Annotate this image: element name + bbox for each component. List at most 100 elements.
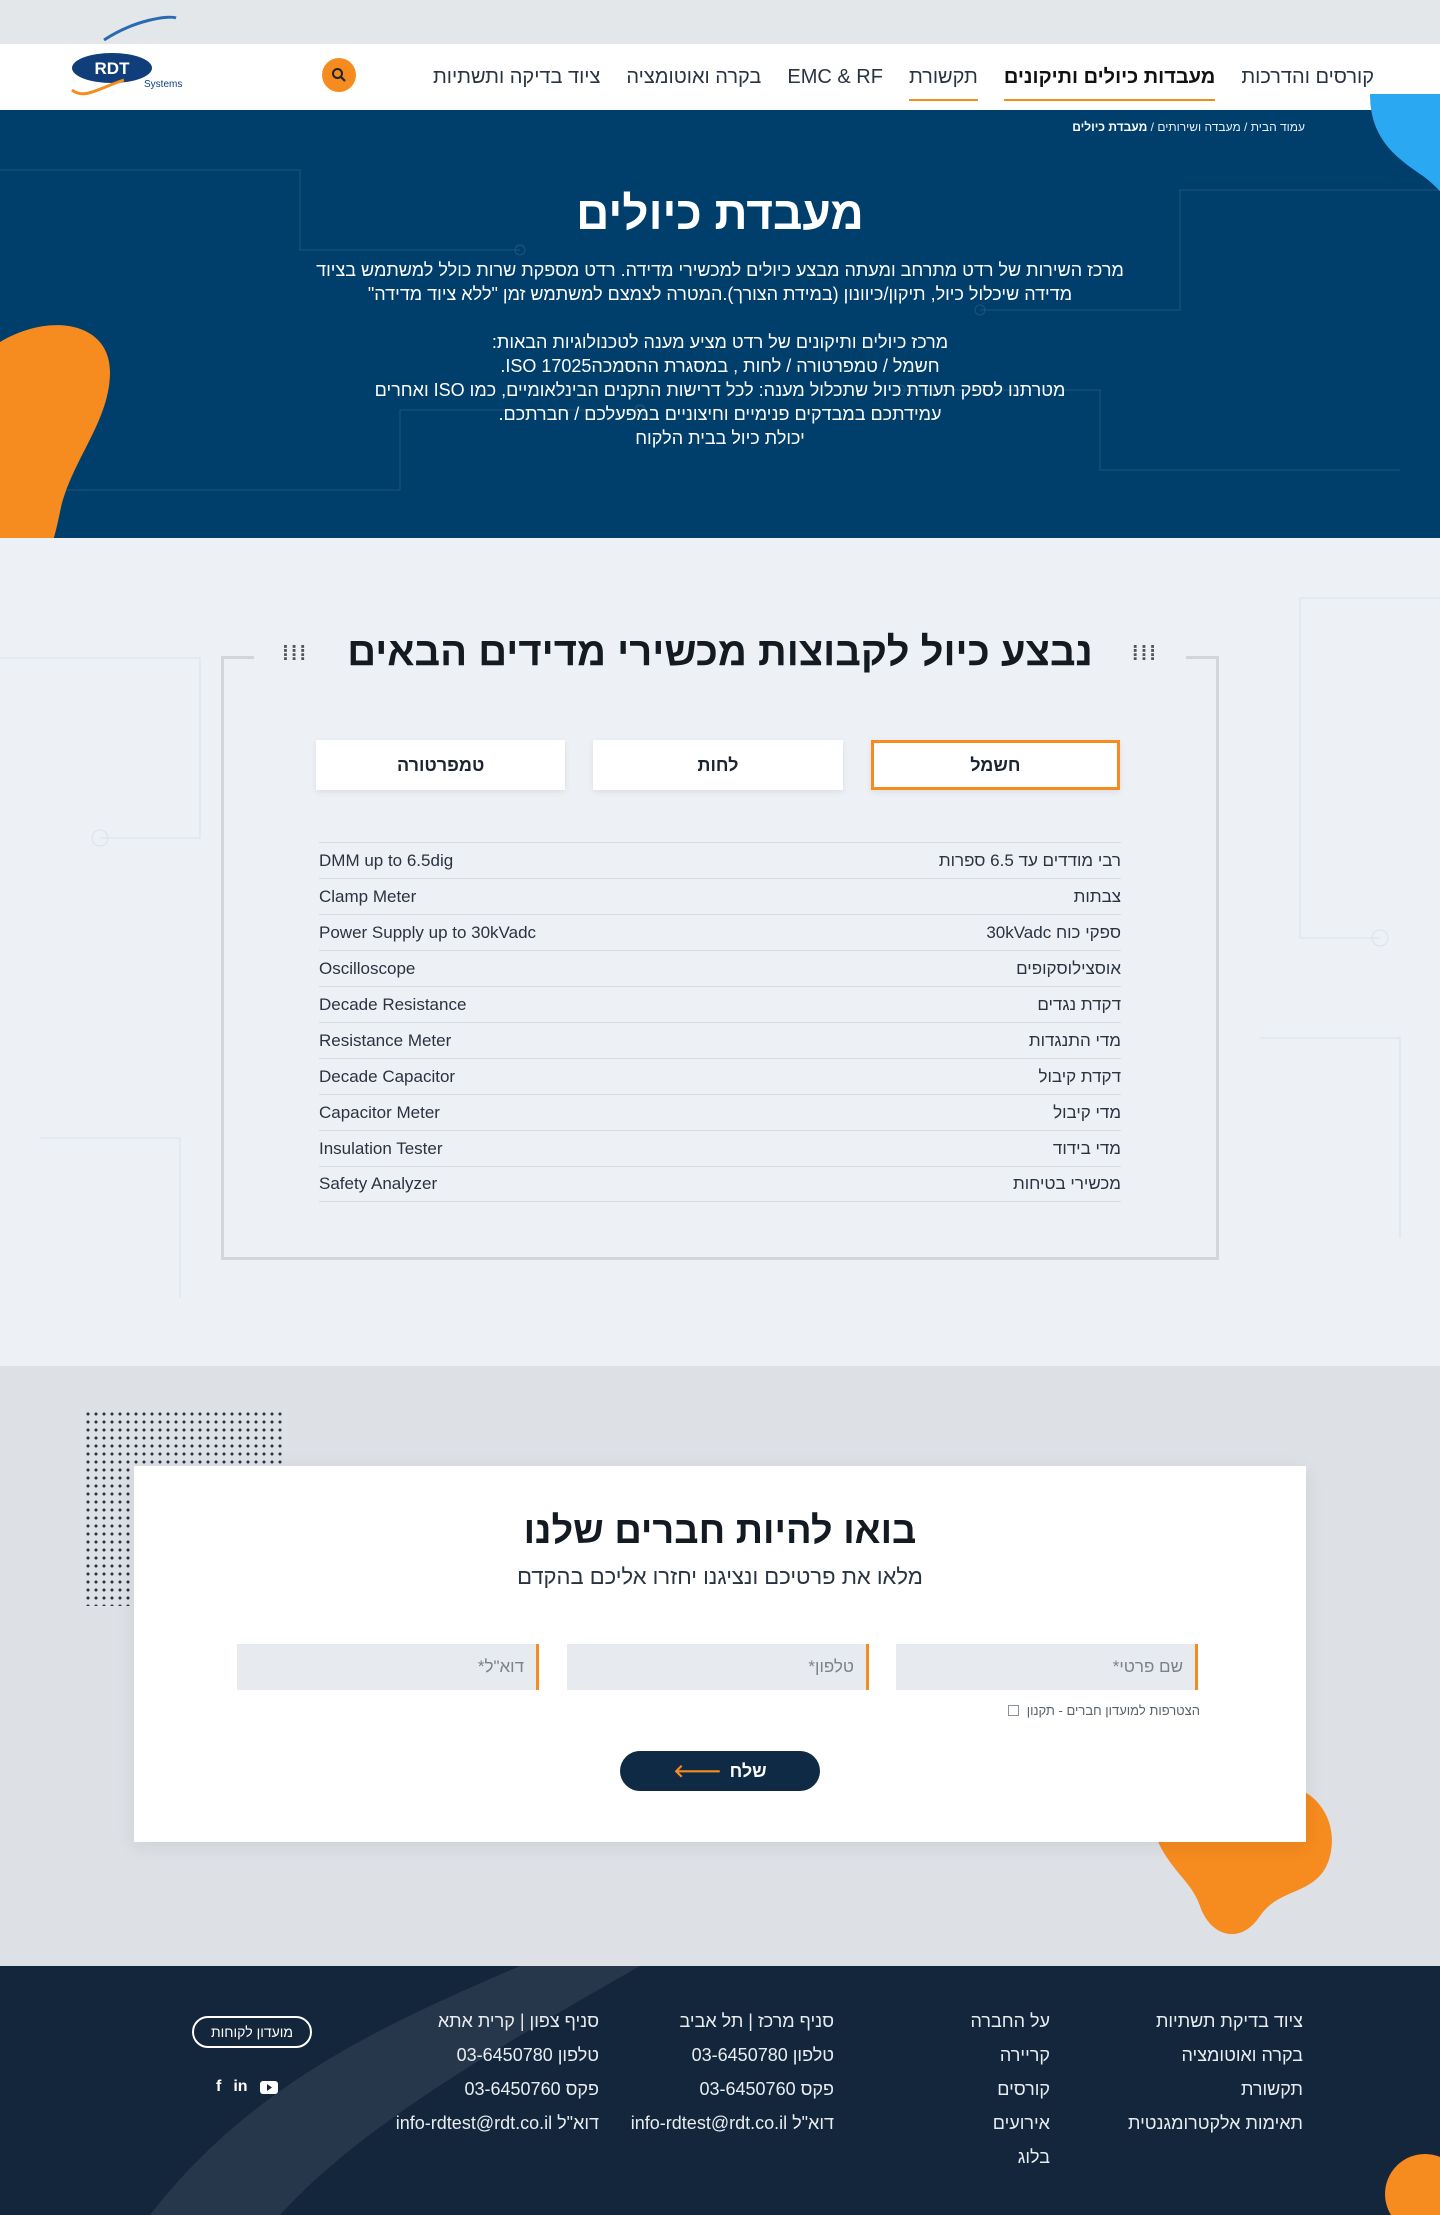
search-button[interactable]	[322, 58, 356, 92]
linkedin-icon[interactable]: in	[233, 2078, 247, 2096]
footer-link[interactable]: אירועים	[970, 2106, 1050, 2140]
rdt-logo[interactable]: RDT Systems	[64, 10, 194, 100]
site-header: RDT Systems ציוד בדיקה ותשתיות בקרה ואוט…	[0, 15, 1440, 110]
social-links: f in	[216, 2078, 278, 2096]
row-en: Clamp Meter	[319, 886, 417, 906]
nav-item-calibration-labs[interactable]: מעבדות כיולים ותיקונים	[1003, 62, 1216, 101]
hero-text-line: עמידתכם במבדקים פנימיים וחיצוניים במפעלכ…	[498, 404, 942, 424]
row-en: Insulation Tester	[319, 1138, 443, 1158]
table-row: Resistance Meter מדי התנגדות	[319, 1022, 1121, 1058]
footer-link[interactable]: ציוד בדיקת תשתיות	[1128, 2004, 1303, 2038]
join-form-card: בואו להיות חברים שלנו מלאו את פרטיכם ונצ…	[134, 1466, 1306, 1842]
page-title: מעבדת כיולים	[576, 187, 864, 239]
row-he: מדי התנגדות	[1028, 1030, 1121, 1050]
calibration-title-text: נבצע כיול לקבוצות מכשירי מדידים הבאים	[333, 630, 1107, 674]
tab-humidity[interactable]: לחות	[593, 740, 843, 790]
branch-name: סניף מרכז | תל אביב	[679, 2011, 835, 2031]
consent-label[interactable]: הצטרפות למועדון חברים - תקנון	[1027, 1703, 1200, 1718]
consent-checkbox[interactable]	[1007, 1705, 1019, 1716]
branch-fax: פקס 03-6450760	[464, 2079, 600, 2099]
logo-text: RDT	[95, 59, 131, 78]
footer-link[interactable]: תאימות אלקטרומגנטית	[1128, 2106, 1303, 2140]
search-icon	[332, 68, 346, 82]
table-row: Capacitor Meter מדי קיבול	[319, 1094, 1121, 1130]
calibration-table: DMM up to 6.5dig רבי מודדים עד 6.5 ספרות …	[319, 842, 1121, 1202]
tab-electricity[interactable]: חשמל	[870, 740, 1120, 790]
hero-text-line: מטרתנו לספק תעודת כיול שתכלול מענה: לכל …	[374, 380, 1066, 400]
phone-field[interactable]	[567, 1644, 869, 1690]
branch-name: סניף צפון | קרית אתא	[437, 2011, 599, 2031]
consent-row: הצטרפות למועדון חברים - תקנון	[1007, 1703, 1200, 1718]
footer-link[interactable]: תקשורת	[1128, 2072, 1303, 2106]
row-he: ספקי כוח 30kVadc	[986, 922, 1121, 942]
breadcrumb-sep: /	[1240, 120, 1248, 134]
nav-item-communication[interactable]: תקשורת	[908, 62, 978, 101]
breadcrumb-current: מעבדת כיולים	[1072, 120, 1148, 134]
hero-text-line: מרכז השירות של רדט מתרחב ומעתה מבצע כיול…	[316, 260, 1124, 280]
youtube-icon[interactable]	[259, 2080, 278, 2094]
hero-text-line: מרכז כיולים ותיקונים של רדט מציע מענה לט…	[491, 332, 949, 352]
join-subtitle: מלאו את פרטיכם ונציגנו יחזרו אליכם בהקדם	[517, 1564, 923, 1589]
nav-item-emc-rf[interactable]: EMC & RF	[787, 62, 883, 93]
site-footer: ציוד בדיקת תשתיות בקרה ואוטומציה תקשורת …	[0, 1966, 1440, 2215]
first-name-field[interactable]	[896, 1644, 1198, 1690]
footer-link[interactable]: על החברה	[970, 2004, 1050, 2038]
branch-phone[interactable]: טלפון 03-6450780	[396, 2038, 599, 2072]
hero-text-line: יכולת כיול בבית הלקוח	[635, 428, 805, 448]
nav-item-control-automation[interactable]: בקרה ואוטומציה	[626, 62, 761, 93]
table-row: Insulation Tester מדי בידוד	[319, 1130, 1121, 1166]
branch-phone[interactable]: טלפון 03-6450780	[631, 2038, 834, 2072]
hero-text-line: מדידה שיכלול כיול, תיקון/כיוונון (במידת …	[367, 284, 1073, 304]
calibration-section: ⁞⁞⁞ נבצע כיול לקבוצות מכשירי מדידים הבאי…	[0, 538, 1440, 1366]
table-row: Safety Analyzer מכשירי בטיחות	[319, 1166, 1121, 1202]
calibration-tabs: חשמל לחות טמפרטורה	[316, 740, 1120, 790]
row-en: DMM up to 6.5dig	[319, 850, 454, 870]
customer-club-button[interactable]: מועדון לקוחות	[192, 2016, 312, 2048]
facebook-icon[interactable]: f	[216, 2078, 221, 2096]
row-he: דקדת נגדים	[1037, 994, 1121, 1014]
nav-item-test-equipment[interactable]: ציוד בדיקה ותשתיות	[433, 62, 600, 93]
branch-email[interactable]: דוא"ל info-rdtest@rdt.co.il	[631, 2106, 834, 2140]
table-row: DMM up to 6.5dig רבי מודדים עד 6.5 ספרות	[319, 842, 1121, 878]
logo-sub: Systems	[144, 79, 182, 90]
row-en: Decade Resistance	[319, 994, 467, 1014]
table-row: Clamp Meter צבתות	[319, 878, 1121, 914]
row-en: Safety Analyzer	[319, 1174, 438, 1193]
breadcrumb-lab-services[interactable]: מעבדה ושירותים	[1157, 120, 1240, 134]
row-en: Capacitor Meter	[319, 1102, 440, 1122]
table-row: Decade Capacitor דקדת קיבול	[319, 1058, 1121, 1094]
footer-link[interactable]: קורסים	[970, 2072, 1050, 2106]
table-row: Decade Resistance דקדת נגדים	[319, 986, 1121, 1022]
row-he: מדי קיבול	[1053, 1102, 1121, 1122]
row-en: Power Supply up to 30kVadc	[319, 922, 537, 942]
decorative-blue-blob	[1370, 94, 1440, 192]
nav-item-courses[interactable]: קורסים והדרכות	[1241, 62, 1374, 93]
hero-section: עמוד הבית / מעבדה ושירותים / מעבדת כיולי…	[0, 110, 1440, 538]
join-title: בואו להיות חברים שלנו	[523, 1510, 917, 1552]
table-row: Power Supply up to 30kVadc ספקי כוח 30kVa…	[319, 914, 1121, 950]
row-he: דקדת קיבול	[1038, 1066, 1121, 1086]
row-he: רבי מודדים עד 6.5 ספרות	[938, 850, 1121, 870]
footer-col-products: ציוד בדיקת תשתיות בקרה ואוטומציה תקשורת …	[1128, 2004, 1303, 2140]
footer-link[interactable]: בלוג	[970, 2140, 1050, 2174]
branch-email[interactable]: דוא"ל info-rdtest@rdt.co.il	[396, 2106, 599, 2140]
row-en: Oscilloscope	[319, 958, 416, 978]
send-button[interactable]: שלח 🡐	[620, 1751, 820, 1791]
row-en: Resistance Meter	[319, 1030, 452, 1050]
main-nav: ציוד בדיקה ותשתיות בקרה ואוטומציה EMC & …	[433, 44, 1374, 110]
send-label: שלח	[729, 1760, 767, 1781]
table-row: Oscilloscope אוסצילוסקופים	[319, 950, 1121, 986]
footer-link[interactable]: בקרה ואוטומציה	[1128, 2038, 1304, 2072]
breadcrumb: עמוד הבית / מעבדה ושירותים / מעבדת כיולי…	[1072, 120, 1305, 134]
tab-temperature[interactable]: טמפרטורה	[316, 740, 566, 790]
hero-description: מרכז השירות של רדט מתרחב ומעתה מבצע כיול…	[300, 258, 1140, 450]
email-field[interactable]	[237, 1644, 539, 1690]
breadcrumb-home[interactable]: עמוד הבית	[1251, 120, 1305, 134]
footer-col-center-branch: סניף מרכז | תל אביב טלפון 03-6450780 פקס…	[631, 2004, 834, 2140]
row-he: צבתות	[1073, 886, 1121, 906]
branch-fax: פקס 03-6450760	[699, 2079, 835, 2099]
footer-link[interactable]: קריירה	[970, 2038, 1050, 2072]
decorative-orange-blob	[1385, 2154, 1440, 2215]
footer-col-company: על החברה קריירה קורסים אירועים בלוג	[970, 2004, 1050, 2174]
breadcrumb-sep: /	[1147, 120, 1154, 134]
